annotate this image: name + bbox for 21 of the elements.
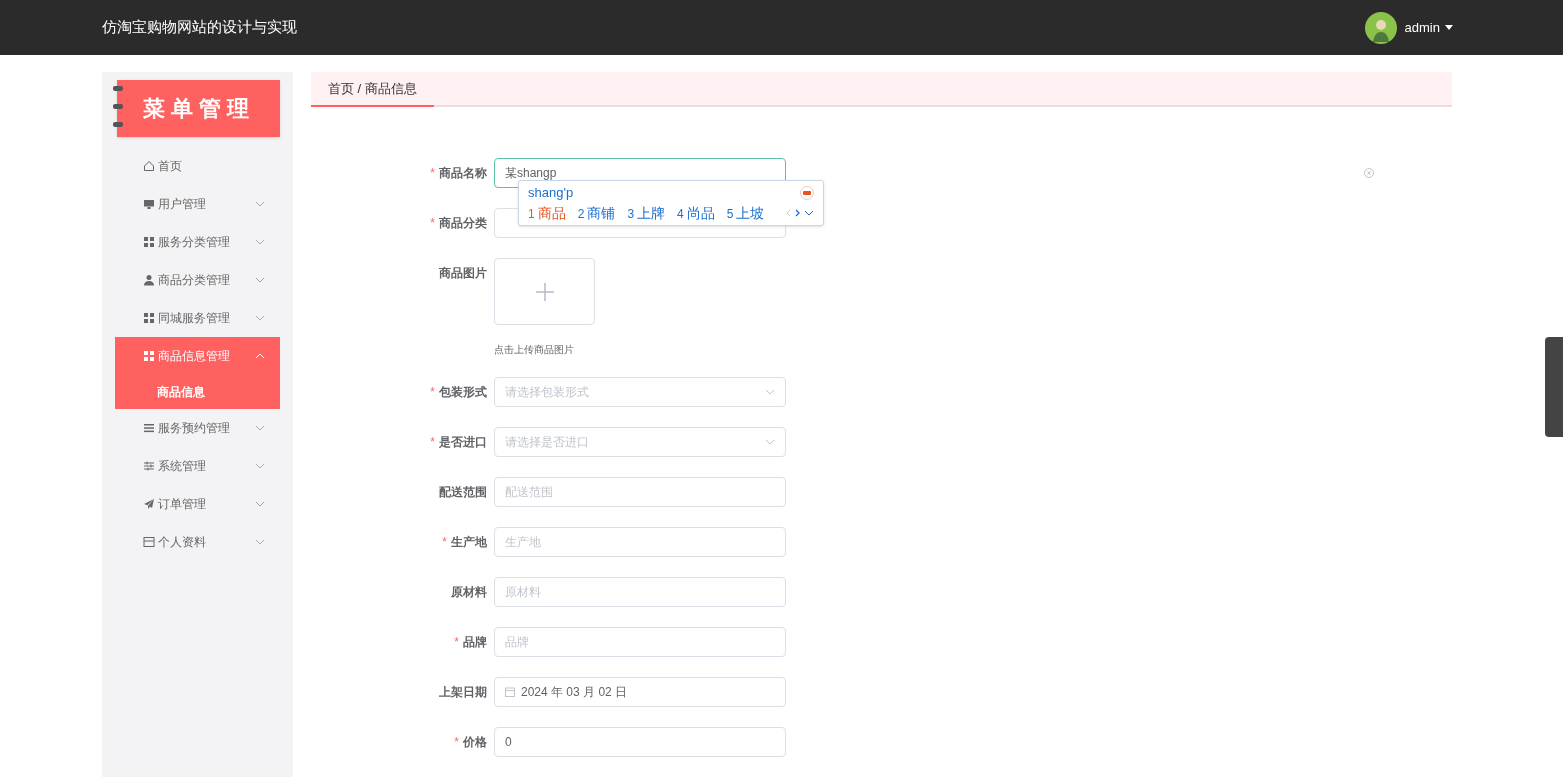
field-label: 商品图片	[439, 265, 487, 282]
field-label: 品牌	[463, 634, 487, 651]
upload-tip: 点击上传商品图片	[494, 343, 575, 357]
required-mark: *	[430, 215, 435, 232]
field-label: 包装形式	[439, 384, 487, 401]
field-label: 是否进口	[439, 434, 487, 451]
required-mark: *	[454, 734, 459, 751]
field-label: 生产地	[451, 534, 487, 551]
field-label: 商品分类	[439, 215, 487, 232]
field-label: 配送范围	[439, 484, 487, 501]
required-mark: *	[430, 384, 435, 401]
breadcrumb: 首页 / 商品信息	[311, 72, 434, 107]
required-mark: *	[430, 434, 435, 451]
field-label: 价格	[463, 734, 487, 751]
required-mark: *	[442, 534, 447, 551]
required-mark: *	[454, 634, 459, 651]
field-label: 商品名称	[439, 165, 487, 182]
field-label: 上架日期	[439, 684, 487, 701]
site-title: 仿淘宝购物网站的设计与实现	[102, 17, 297, 38]
required-mark: *	[430, 165, 435, 182]
field-label: 原材料	[451, 584, 487, 601]
